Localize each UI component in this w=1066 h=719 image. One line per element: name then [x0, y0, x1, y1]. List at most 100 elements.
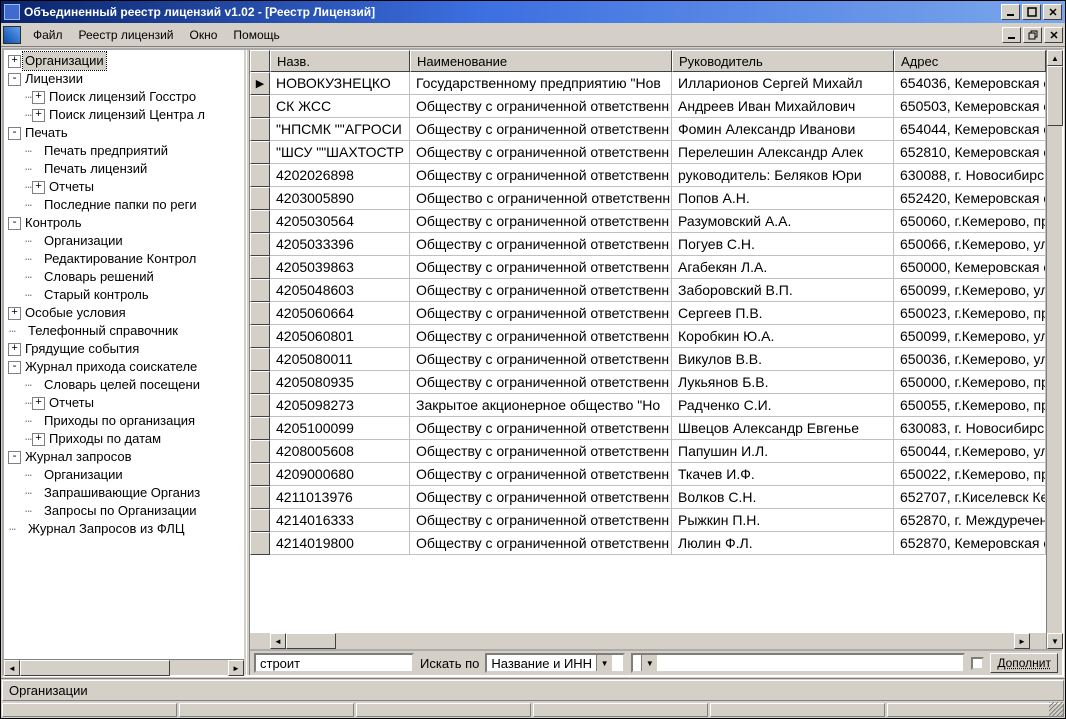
cell-head[interactable]: Радченко С.И. — [672, 394, 894, 416]
cell-name[interactable]: 4209000680 — [270, 463, 410, 485]
cell-addr[interactable]: 654036, Кемеровская об — [894, 72, 1046, 94]
cell-addr[interactable]: 630088, г. Новосибирск, — [894, 164, 1046, 186]
cell-head[interactable]: Попов А.Н. — [672, 187, 894, 209]
extra-checkbox[interactable] — [971, 657, 984, 670]
cell-head[interactable]: Погуев С.Н. — [672, 233, 894, 255]
plus-icon[interactable]: + — [8, 343, 21, 356]
tree-node[interactable]: - Контроль — [8, 214, 244, 232]
table-row[interactable]: "ШСУ ""ШАХТОСТРОбществу с ограниченной о… — [250, 141, 1046, 164]
cell-name[interactable]: 4211013976 — [270, 486, 410, 508]
tree-node[interactable]: ··· Телефонный справочник — [8, 322, 244, 340]
cell-fullname[interactable]: Обществу с ограниченной ответственн — [410, 463, 672, 485]
search-input[interactable]: строит — [254, 653, 414, 673]
cell-head[interactable]: Разумовский А.А. — [672, 210, 894, 232]
cell-head[interactable]: Люлин Ф.Л. — [672, 532, 894, 554]
row-marker[interactable] — [250, 187, 270, 210]
table-row[interactable]: 4202026898Обществу с ограниченной ответс… — [250, 164, 1046, 187]
cell-name[interactable]: 4203005890 — [270, 187, 410, 209]
cell-head[interactable]: Швецов Александр Евгенье — [672, 417, 894, 439]
cell-addr[interactable]: 650044, г.Кемерово, ул.И — [894, 440, 1046, 462]
maximize-button[interactable] — [1022, 4, 1041, 20]
cell-name[interactable]: 4214016333 — [270, 509, 410, 531]
table-row[interactable]: 4214016333Обществу с ограниченной ответс… — [250, 509, 1046, 532]
cell-head[interactable]: Папушин И.Л. — [672, 440, 894, 462]
row-marker[interactable] — [250, 486, 270, 509]
col-head[interactable]: Руководитель — [672, 50, 894, 72]
search-extra-combo[interactable]: ▼ — [631, 653, 965, 673]
table-row[interactable]: 4214019800Обществу с ограниченной ответс… — [250, 532, 1046, 555]
row-marker[interactable] — [250, 417, 270, 440]
navigation-tree[interactable]: + Организации- Лицензии···+ Поиск лиценз… — [4, 50, 244, 659]
search-field-combo[interactable]: Название и ИНН ▼ — [485, 653, 625, 673]
cell-head[interactable]: Илларионов Сергей Михайл — [672, 72, 894, 94]
cell-addr[interactable]: 650023, г.Кемерово, пр — [894, 302, 1046, 324]
grid-vscrollbar[interactable]: ▲ ▼ — [1046, 50, 1062, 649]
row-marker[interactable] — [250, 325, 270, 348]
tree-node[interactable]: ··· Приходы по организация — [8, 412, 244, 430]
row-marker[interactable] — [250, 279, 270, 302]
cell-name[interactable]: 4205060664 — [270, 302, 410, 324]
cell-fullname[interactable]: Обществу с ограниченной ответственн — [410, 210, 672, 232]
scroll-right-icon[interactable]: ► — [1014, 633, 1030, 649]
cell-addr[interactable]: 652870, г. Междуреченс — [894, 509, 1046, 531]
minimize-button[interactable] — [1001, 4, 1020, 20]
table-row[interactable]: 4205100099Обществу с ограниченной ответс… — [250, 417, 1046, 440]
row-marker[interactable] — [250, 394, 270, 417]
table-row[interactable]: 4205060664Обществу с ограниченной ответс… — [250, 302, 1046, 325]
cell-name[interactable]: 4205098273 — [270, 394, 410, 416]
mdi-minimize-button[interactable] — [1002, 27, 1021, 43]
table-row[interactable]: 4205060801Обществу с ограниченной ответс… — [250, 325, 1046, 348]
tree-node[interactable]: ···+ Отчеты — [8, 178, 244, 196]
tree-node[interactable]: ···+ Поиск лицензий Госстро — [8, 88, 244, 106]
tree-node[interactable]: + Организации — [8, 52, 244, 70]
col-addr[interactable]: Адрес — [894, 50, 1046, 72]
cell-fullname[interactable]: Обществу с ограниченной ответственн — [410, 141, 672, 163]
cell-addr[interactable]: 650066, г.Кемерово, ул.С — [894, 233, 1046, 255]
cell-name[interactable]: 4205100099 — [270, 417, 410, 439]
scroll-down-icon[interactable]: ▼ — [1047, 633, 1063, 649]
table-row[interactable]: 4205033396Обществу с ограниченной ответс… — [250, 233, 1046, 256]
mdi-restore-button[interactable] — [1023, 27, 1042, 43]
menu-file[interactable]: Файл — [25, 26, 71, 44]
plus-icon[interactable]: + — [32, 433, 45, 446]
cell-addr[interactable]: 652870, Кемеровская об — [894, 532, 1046, 554]
cell-fullname[interactable]: Обществу с ограниченной ответственн — [410, 486, 672, 508]
cell-addr[interactable]: 630083, г. Новосибирск, — [894, 417, 1046, 439]
table-row[interactable]: "НПСМК ""АГРОСИОбществу с ограниченной о… — [250, 118, 1046, 141]
scroll-right-icon[interactable]: ► — [228, 660, 244, 676]
menu-help[interactable]: Помощь — [225, 26, 287, 44]
cell-fullname[interactable]: Обществу с ограниченной ответственн — [410, 509, 672, 531]
plus-icon[interactable]: + — [32, 91, 45, 104]
cell-head[interactable]: Заборовский В.П. — [672, 279, 894, 301]
minus-icon[interactable]: - — [8, 451, 21, 464]
cell-addr[interactable]: 654044, Кемеровская об — [894, 118, 1046, 140]
plus-icon[interactable]: + — [32, 181, 45, 194]
row-marker[interactable] — [250, 164, 270, 187]
cell-fullname[interactable]: Обществу с ограниченной ответственн — [410, 256, 672, 278]
cell-name[interactable]: 4205033396 — [270, 233, 410, 255]
plus-icon[interactable]: + — [32, 397, 45, 410]
cell-head[interactable]: руководитель: Беляков Юри — [672, 164, 894, 186]
tree-hscrollbar[interactable]: ◄ ► — [4, 659, 244, 675]
scroll-up-icon[interactable]: ▲ — [1047, 50, 1063, 66]
row-marker[interactable] — [250, 463, 270, 486]
table-row[interactable]: 4205080935Обществу с ограниченной ответс… — [250, 371, 1046, 394]
cell-name[interactable]: 4205060801 — [270, 325, 410, 347]
minus-icon[interactable]: - — [8, 217, 21, 230]
table-row[interactable]: 4205098273Закрытое акционерное общество … — [250, 394, 1046, 417]
cell-fullname[interactable]: Обществу с ограниченной ответственн — [410, 371, 672, 393]
cell-head[interactable]: Викулов В.В. — [672, 348, 894, 370]
cell-name[interactable]: СК ЖСС — [270, 95, 410, 117]
row-marker[interactable] — [250, 95, 270, 118]
cell-head[interactable]: Ткачев И.Ф. — [672, 463, 894, 485]
cell-addr[interactable]: 650503, Кемеровская об — [894, 95, 1046, 117]
cell-head[interactable]: Лукьянов Б.В. — [672, 371, 894, 393]
cell-fullname[interactable]: Обществу с ограниченной ответственн — [410, 440, 672, 462]
grid-hscrollbar[interactable]: ◄ ► — [270, 633, 1030, 649]
cell-addr[interactable]: 652707, г.Киселевск Кем — [894, 486, 1046, 508]
minus-icon[interactable]: - — [8, 361, 21, 374]
cell-name[interactable]: 4208005608 — [270, 440, 410, 462]
cell-fullname[interactable]: Закрытое акционерное общество "Но — [410, 394, 672, 416]
cell-fullname[interactable]: Обществу с ограниченной ответственн — [410, 95, 672, 117]
menu-window[interactable]: Окно — [182, 26, 226, 44]
